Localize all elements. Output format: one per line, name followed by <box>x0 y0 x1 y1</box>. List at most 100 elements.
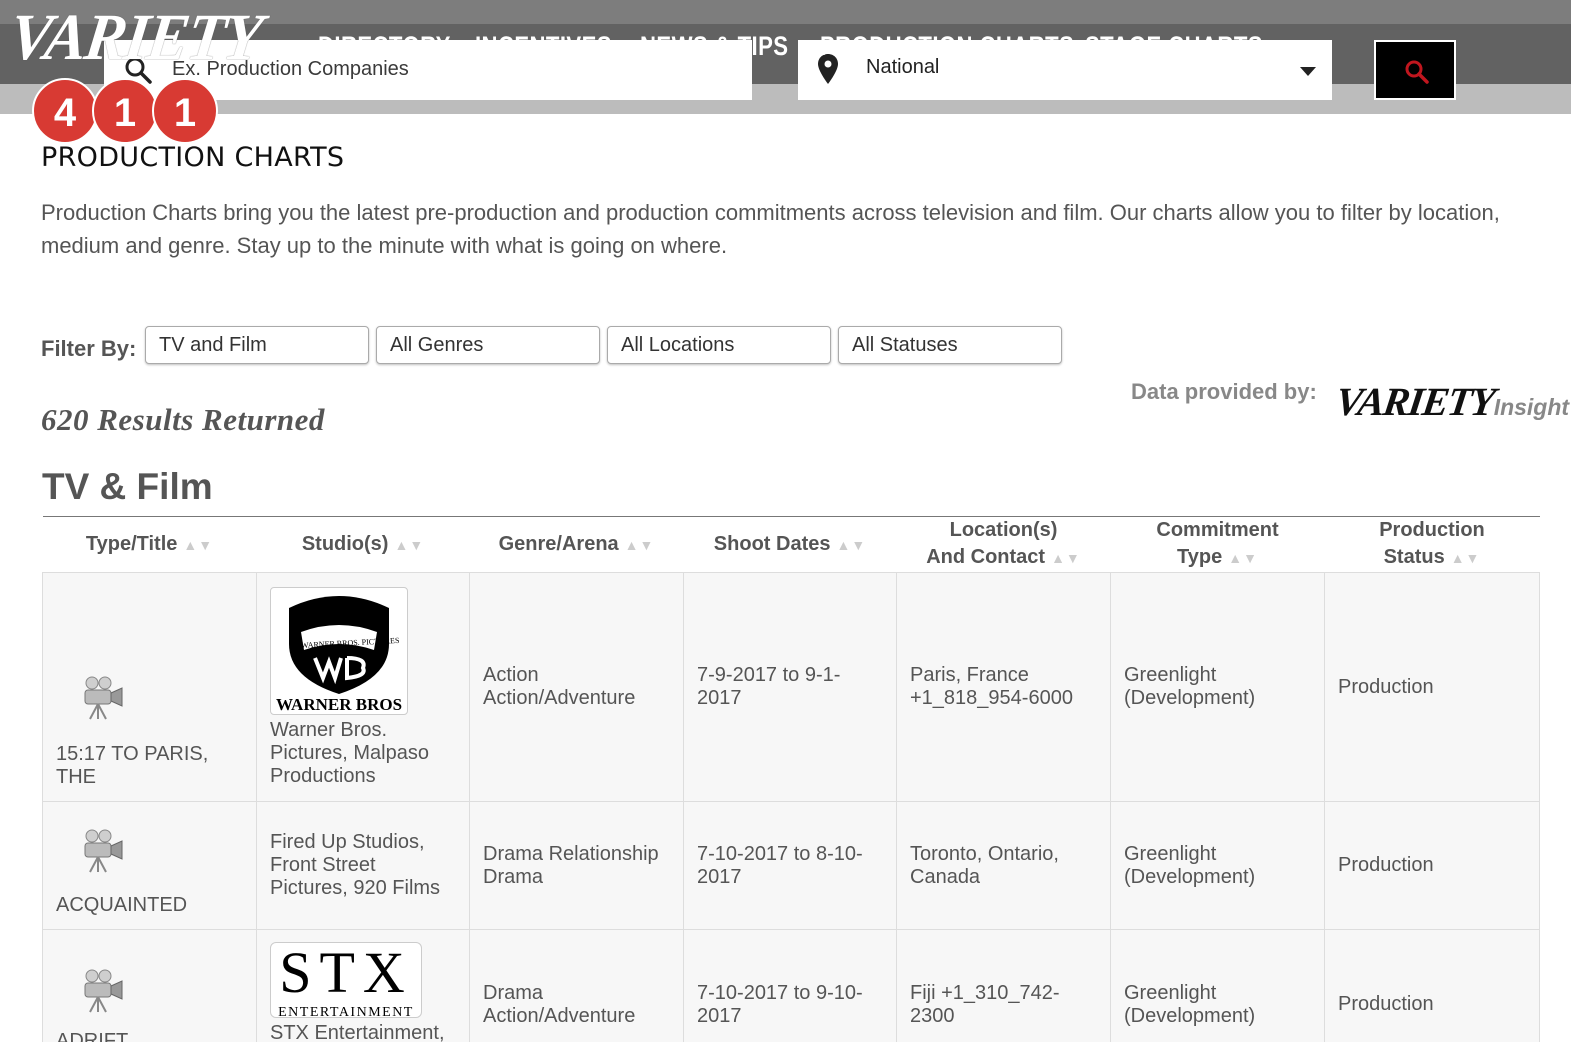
sort-arrows-icon[interactable]: ▲▼ <box>183 537 213 553</box>
table-row[interactable]: 15:17 TO PARIS, THE WARNER BROS. PICTURE… <box>42 572 1540 802</box>
commitment-type: Greenlight <box>1124 664 1217 686</box>
nav-directory[interactable]: DIRECTORY <box>318 24 450 68</box>
cell-shoot-dates: 7-10-2017 to 8-10-2017 <box>683 801 897 930</box>
variety-insight-sub: Insight <box>1493 394 1570 420</box>
col-header-studios[interactable]: Studio(s) ▲▼ <box>256 516 470 573</box>
wb-logo-text: WARNER BROS <box>275 694 403 714</box>
production-title[interactable]: ACQUAINTED <box>56 894 187 916</box>
col-header-location[interactable]: Location(s) And Contact ▲▼ <box>896 516 1111 573</box>
arena: Drama <box>483 865 544 888</box>
badge-digit: 1 <box>92 78 158 144</box>
header-label: Type/Title <box>85 532 178 555</box>
badge-digit: 1 <box>152 78 218 144</box>
studio-names: STX Entertainment, <box>270 1022 445 1042</box>
results-count: 620 Results Returned <box>41 402 325 437</box>
chevron-down-icon <box>1300 67 1316 76</box>
variety-insight-logo: VARIETYInsight <box>1332 378 1570 425</box>
cell-location: Fiji +1_310_742-2300 <box>896 929 1111 1042</box>
cell-shoot-dates: 7-10-2017 to 9-10-2017 <box>683 929 897 1042</box>
table-header-row: Type/Title ▲▼ Studio(s) ▲▼ Genre/Arena ▲▼ S… <box>42 516 1540 573</box>
production-table: Type/Title ▲▼ Studio(s) ▲▼ Genre/Arena ▲▼ S… <box>42 516 1540 1042</box>
cell-commitment: Greenlight (Development) <box>1110 801 1325 930</box>
contact-phone: +1_818_954-6000 <box>910 687 1073 709</box>
film-camera-icon <box>84 676 123 720</box>
col-header-shoot-dates[interactable]: Shoot Dates ▲▼ <box>683 516 897 573</box>
sort-arrows-icon[interactable]: ▲▼ <box>625 537 655 553</box>
search-button[interactable] <box>1374 40 1456 100</box>
page-intro: Production Charts bring you the latest p… <box>41 200 1500 258</box>
commitment-subtype: (Development) <box>1124 865 1256 888</box>
header-label: Shoot Dates <box>713 532 831 555</box>
variety-logo[interactable]: VARIETY <box>5 1 265 74</box>
variety-insight-main: VARIETY <box>1332 379 1497 424</box>
cell-type-title: 15:17 TO PARIS, THE <box>42 572 257 802</box>
variety-411-badge[interactable]: 4 1 1 <box>32 78 222 144</box>
film-camera-icon <box>84 969 123 1013</box>
page-title: PRODUCTION CHARTS <box>41 142 345 173</box>
col-header-commitment[interactable]: Commitment Type ▲▼ <box>1110 516 1325 573</box>
nav-incentives[interactable]: INCENTIVES <box>475 24 612 68</box>
wb-logo-banner: WARNER BROS. PICTURES <box>300 635 400 650</box>
genre: Drama <box>483 982 544 1004</box>
filter-status[interactable]: All Statuses <box>838 326 1062 364</box>
sort-arrows-icon[interactable]: ▲▼ <box>1051 550 1081 566</box>
stx-logo-text: ENTERTAINMENT <box>278 1005 414 1020</box>
cell-shoot-dates: 7-9-2017 to 9-1-2017 <box>683 572 897 802</box>
filter-genre[interactable]: All Genres <box>376 326 600 364</box>
arena: Action/Adventure <box>483 687 636 709</box>
cell-commitment: Greenlight (Development) <box>1110 572 1325 802</box>
main-nav: DIRECTORY INCENTIVES NEWS & TIPS PRODUCT… <box>318 24 1263 68</box>
commitment-type: Greenlight <box>1124 982 1217 1004</box>
stx-logo-mark: STX <box>279 940 413 1005</box>
header-label: Studio(s) <box>301 532 389 555</box>
sort-arrows-icon[interactable]: ▲▼ <box>394 537 424 553</box>
location: Fiji +1_310_742-2300 <box>910 982 1060 1027</box>
nav-production-charts[interactable]: PRODUCTION CHARTS <box>820 24 1074 68</box>
cell-status: Production <box>1324 801 1540 930</box>
cell-type-title: ADRIFT <box>42 929 257 1042</box>
cell-type-title: ACQUAINTED <box>42 801 257 930</box>
cell-location: Toronto, Ontario, Canada <box>896 801 1111 930</box>
col-header-genre[interactable]: Genre/Arena ▲▼ <box>469 516 684 573</box>
filter-medium[interactable]: TV and Film <box>145 326 369 364</box>
col-header-status[interactable]: Production Status ▲▼ <box>1324 516 1540 573</box>
cell-location: Paris, France +1_818_954-6000 <box>896 572 1111 802</box>
section-title: TV & Film <box>42 466 213 507</box>
nav-stage-charts[interactable]: STAGE CHARTS <box>1085 24 1263 68</box>
data-provided-label: Data provided by: <box>1131 379 1317 404</box>
warner-bros-logo: WARNER BROS. PICTURES WB WARNER BROS <box>270 586 408 715</box>
sort-arrows-icon[interactable]: ▲▼ <box>836 537 866 553</box>
search-icon <box>1405 60 1429 84</box>
nav-news-tips[interactable]: NEWS & TIPS <box>640 24 788 68</box>
cell-genre: Action Action/Adventure <box>469 572 684 802</box>
header-label: Status <box>1383 546 1445 568</box>
header-label: Commitment <box>1156 519 1279 541</box>
header-label: Location(s) <box>949 519 1058 541</box>
filter-location[interactable]: All Locations <box>607 326 831 364</box>
film-camera-icon <box>84 829 123 873</box>
studio-names: Warner Bros. Pictures, Malpaso Productio… <box>270 718 429 787</box>
filter-label: Filter By: <box>41 336 137 361</box>
location: Toronto, Ontario, Canada <box>910 842 1059 888</box>
cell-studio: WARNER BROS. PICTURES WB WARNER BROS War… <box>256 572 470 802</box>
sort-arrows-icon[interactable]: ▲▼ <box>1228 550 1258 566</box>
sort-arrows-icon[interactable]: ▲▼ <box>1451 550 1481 566</box>
cell-status: Production <box>1324 572 1540 802</box>
genre: Drama Relationship <box>483 842 659 865</box>
col-header-type-title[interactable]: Type/Title ▲▼ <box>42 516 257 573</box>
production-title[interactable]: ADRIFT <box>56 1030 128 1042</box>
badge-digit: 4 <box>32 78 98 144</box>
stx-logo: STX ENTERTAINMENT <box>270 940 422 1020</box>
cell-studio: STX ENTERTAINMENT STX Entertainment, <box>256 929 470 1042</box>
commitment-subtype: (Development) <box>1124 1005 1256 1027</box>
genre: Action <box>483 664 539 686</box>
header-label: Production <box>1379 519 1485 541</box>
cell-commitment: Greenlight (Development) <box>1110 929 1325 1042</box>
cell-genre: Drama Action/Adventure <box>469 929 684 1042</box>
header-label: Type <box>1177 546 1223 568</box>
production-title[interactable]: 15:17 TO PARIS, THE <box>56 743 208 788</box>
commitment-type: Greenlight <box>1124 842 1217 865</box>
table-row[interactable]: ADRIFT STX ENTERTAINMENT STX Entertainme… <box>42 929 1540 1042</box>
header-label: And Contact <box>926 546 1046 568</box>
table-row[interactable]: ACQUAINTED Fired Up Studios, Front Stree… <box>42 801 1540 930</box>
